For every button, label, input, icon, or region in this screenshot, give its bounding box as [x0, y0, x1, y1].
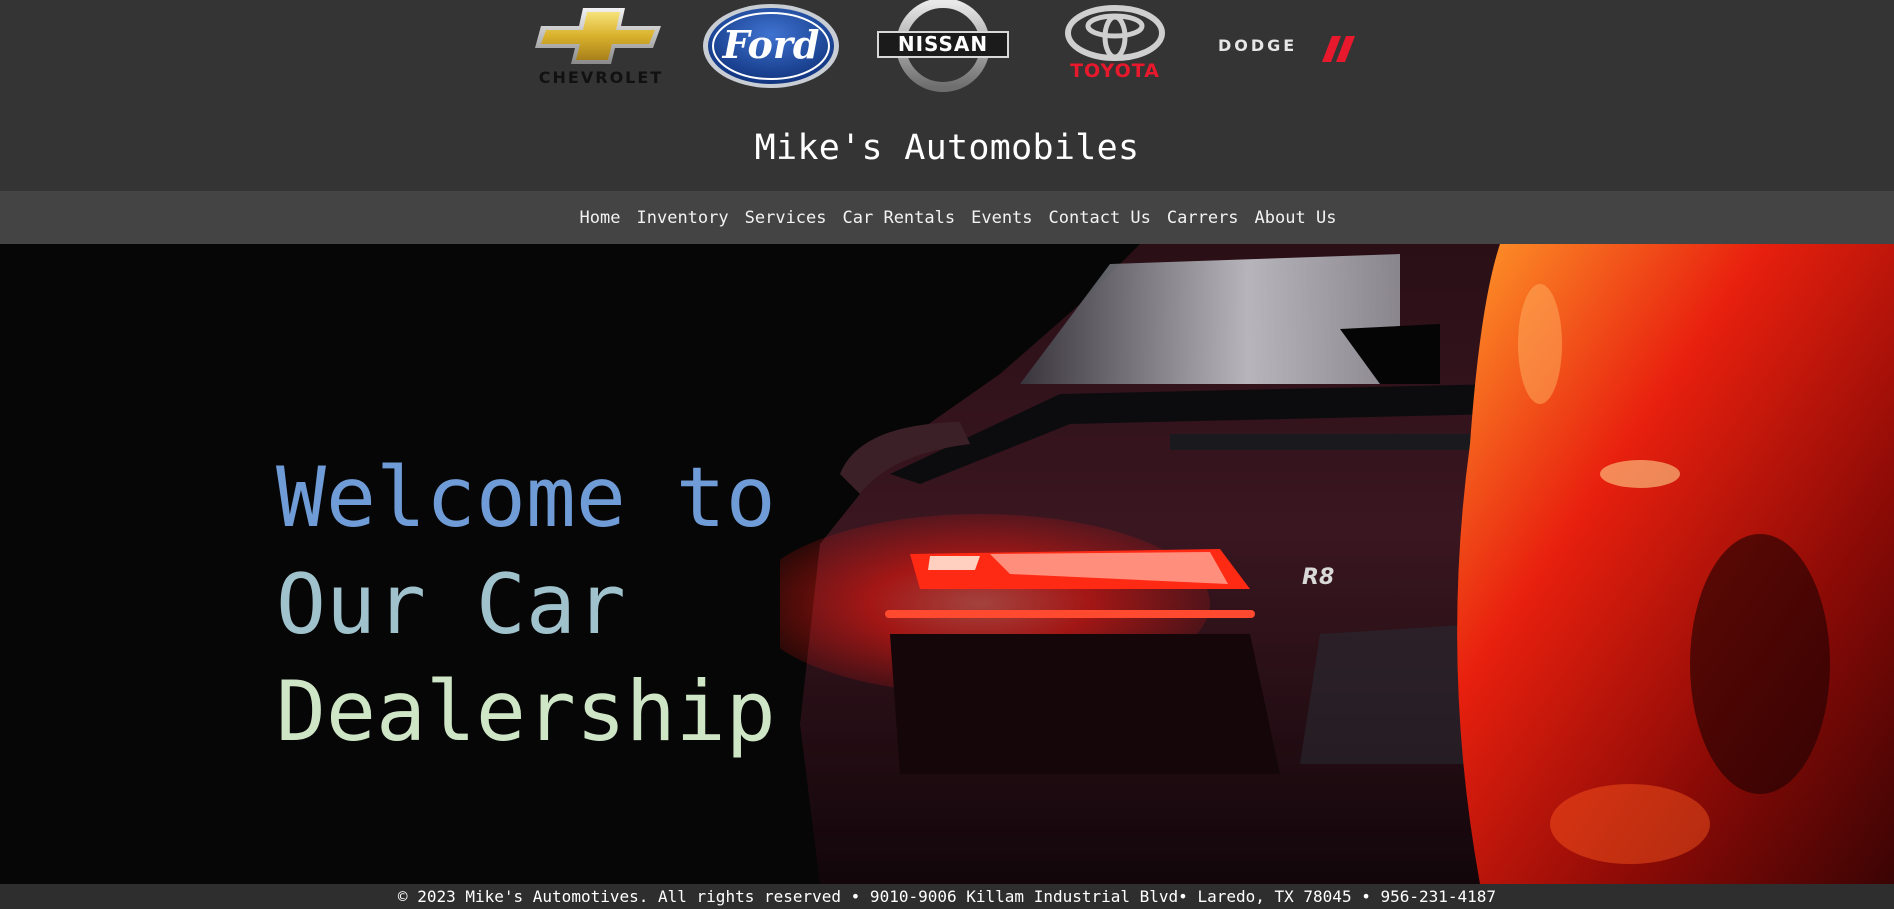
- footer-text: © 2023 Mike's Automotives. All rights re…: [397, 887, 1497, 906]
- site-title: Mike's Automobiles: [754, 128, 1140, 168]
- hero-heading-line-3: Dealership: [276, 663, 776, 760]
- nav-item-inventory[interactable]: Inventory: [637, 207, 729, 229]
- toyota-wordmark: TOYOTA: [1070, 60, 1160, 82]
- ford-wordmark: Ford: [722, 22, 820, 67]
- r8-badge: R8: [1302, 565, 1334, 590]
- nav-item-car-rentals[interactable]: Car Rentals: [843, 207, 956, 229]
- ford-logo-icon[interactable]: Ford: [702, 0, 840, 92]
- nav-item-home[interactable]: Home: [580, 207, 621, 229]
- main-nav: Home Inventory Services Car Rentals Even…: [0, 191, 1894, 244]
- dodge-wordmark: DODGE: [1218, 36, 1298, 55]
- toyota-logo-icon[interactable]: TOYOTA: [1055, 0, 1175, 92]
- site-footer: © 2023 Mike's Automotives. All rights re…: [0, 884, 1894, 909]
- chevrolet-wordmark: CHEVROLET: [538, 68, 664, 87]
- dodge-logo-icon[interactable]: DODGE: [1218, 0, 1358, 92]
- nav-item-carrers[interactable]: Carrers: [1167, 207, 1239, 229]
- hero-heading-line-1: Welcome to: [276, 449, 776, 546]
- car-taillight-photo: R8: [780, 244, 1894, 884]
- hero-heading-line-2: Our Car: [276, 556, 626, 653]
- nav-item-contact-us[interactable]: Contact Us: [1049, 207, 1151, 229]
- brand-logos: CHEVROLET Ford NISSAN TOYOTA DODGE: [0, 0, 1894, 92]
- chevrolet-logo-icon[interactable]: CHEVROLET: [533, 0, 669, 92]
- nav-item-events[interactable]: Events: [971, 207, 1032, 229]
- nissan-logo-icon[interactable]: NISSAN: [875, 0, 1011, 92]
- nav-list: Home Inventory Services Car Rentals Even…: [0, 191, 1894, 244]
- nav-item-about-us[interactable]: About Us: [1255, 207, 1337, 229]
- hero-heading: Welcome to Our Car Dealership: [276, 444, 816, 765]
- hero-banner: R8 Welcome to Our Car Dealership: [0, 244, 1894, 884]
- nav-item-services[interactable]: Services: [745, 207, 827, 229]
- nissan-wordmark: NISSAN: [897, 32, 989, 56]
- site-header: CHEVROLET Ford NISSAN TOYOTA DODGE Mike'…: [0, 0, 1894, 191]
